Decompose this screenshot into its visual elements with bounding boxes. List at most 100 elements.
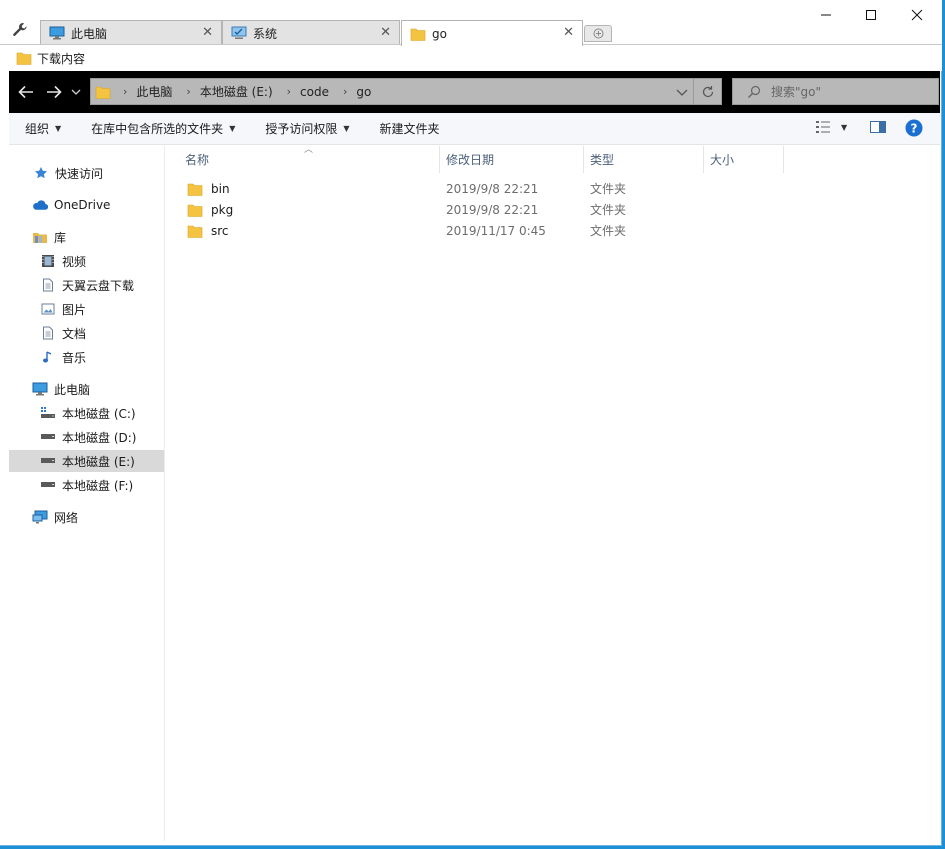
tab-go[interactable]: go ✕ <box>401 20 583 46</box>
tab-system[interactable]: 系统 ✕ <box>222 20 400 45</box>
tab-label: go <box>432 26 447 41</box>
title-bar: 此电脑 ✕ 系统 ✕ go ✕ <box>0 0 942 46</box>
organize-button[interactable]: 组织 ▼ <box>25 120 61 137</box>
nav-drive-d[interactable]: 本地磁盘 (D:) <box>9 426 164 448</box>
help-icon: ? <box>905 119 923 137</box>
file-row-src[interactable]: src 2019/11/17 0:45 文件夹 <box>166 220 786 241</box>
tab-label: 此电脑 <box>71 26 108 41</box>
file-row-pkg[interactable]: pkg 2019/9/8 22:21 文件夹 <box>166 199 786 220</box>
search-icon <box>748 85 761 98</box>
nav-library-videos[interactable]: 视频 <box>9 250 164 272</box>
nav-label: 文档 <box>62 326 87 341</box>
type-cell: 文件夹 <box>590 203 627 217</box>
breadcrumb-drive-e[interactable]: 本地磁盘 (E:) <box>200 83 273 100</box>
system-drive-icon <box>40 405 56 421</box>
minimize-icon <box>821 14 831 16</box>
nav-quick-access[interactable]: 快速访问 <box>9 162 164 184</box>
nav-network[interactable]: 网络 <box>9 506 164 528</box>
nav-label: 本地磁盘 (C:) <box>62 406 136 421</box>
favorites-bar: 下载内容 <box>0 44 942 71</box>
folder-icon <box>187 225 203 238</box>
view-options-button[interactable]: ▼ <box>815 120 847 134</box>
date-cell: 2019/9/8 22:21 <box>446 181 539 196</box>
wrench-icon[interactable] <box>12 22 28 38</box>
chevron-right-icon[interactable]: › <box>123 85 127 98</box>
new-folder-label: 新建文件夹 <box>379 122 440 136</box>
favorite-label: 下载内容 <box>37 51 86 66</box>
breadcrumb-go[interactable]: go <box>356 85 371 99</box>
column-header-label: 大小 <box>710 153 735 167</box>
nav-label: 视频 <box>62 254 87 269</box>
breadcrumb-this-pc[interactable]: 此电脑 <box>136 83 172 100</box>
preview-pane-button[interactable] <box>870 120 886 134</box>
computer-icon <box>32 381 48 397</box>
new-folder-button[interactable]: 新建文件夹 <box>380 120 440 137</box>
library-icon <box>32 229 48 245</box>
folder-icon <box>187 183 203 196</box>
maximize-icon <box>866 10 876 20</box>
tab-this-pc[interactable]: 此电脑 ✕ <box>40 20 222 45</box>
plus-icon <box>593 28 603 39</box>
close-icon[interactable]: ✕ <box>563 26 574 39</box>
forward-arrow-icon[interactable] <box>44 83 64 101</box>
column-header-name[interactable]: 名称 <box>179 146 440 173</box>
file-name: pkg <box>211 202 234 217</box>
computer-icon <box>49 26 65 40</box>
close-icon <box>911 9 923 21</box>
new-tab-button[interactable] <box>584 25 612 42</box>
network-icon <box>32 509 48 525</box>
preview-pane-icon <box>870 121 886 133</box>
caret-down-icon: ▼ <box>229 124 236 133</box>
nav-drive-c[interactable]: 本地磁盘 (C:) <box>9 402 164 424</box>
nav-label: OneDrive <box>54 198 111 212</box>
close-window-button[interactable] <box>894 4 940 26</box>
nav-library-music[interactable]: 音乐 <box>9 346 164 368</box>
chevron-right-icon[interactable]: › <box>186 85 190 98</box>
chevron-right-icon[interactable]: › <box>287 85 291 98</box>
details-view-icon <box>816 121 830 133</box>
picture-icon <box>40 301 56 317</box>
favorite-item[interactable]: 下载内容 <box>16 50 85 67</box>
svg-text:?: ? <box>911 122 918 136</box>
cloud-icon <box>32 197 48 213</box>
back-arrow-icon[interactable] <box>16 83 36 101</box>
address-bar[interactable]: › 此电脑 › 本地磁盘 (E:) › code › go <box>90 78 722 105</box>
nav-drive-f[interactable]: 本地磁盘 (F:) <box>9 474 164 496</box>
column-header-type[interactable]: 类型 <box>584 146 704 173</box>
include-in-library-label: 在库中包含所选的文件夹 <box>91 122 224 136</box>
nav-drive-e[interactable]: 本地磁盘 (E:) <box>9 450 164 472</box>
file-row-bin[interactable]: bin 2019/9/8 22:21 文件夹 <box>166 178 786 199</box>
refresh-button[interactable] <box>693 79 721 104</box>
column-header-date[interactable]: 修改日期 <box>440 146 584 173</box>
chevron-down-icon[interactable] <box>675 85 689 99</box>
close-icon[interactable]: ✕ <box>202 26 213 39</box>
explorer-window: 此电脑 ✕ 系统 ✕ go ✕ 下载内容 › 此电脑 › 本地磁盘 (E:) ›… <box>0 0 942 846</box>
include-in-library-button[interactable]: 在库中包含所选的文件夹 ▼ <box>91 120 235 137</box>
column-header-size[interactable]: 大小 <box>704 146 784 173</box>
nav-library-cloud-downloads[interactable]: 天翼云盘下载 <box>9 274 164 296</box>
nav-onedrive[interactable]: OneDrive <box>9 194 164 216</box>
maximize-button[interactable] <box>848 4 894 26</box>
nav-library[interactable]: 库 <box>9 226 164 248</box>
search-box[interactable] <box>732 78 939 105</box>
document-icon <box>40 277 56 293</box>
type-cell: 文件夹 <box>590 182 627 196</box>
organize-label: 组织 <box>25 122 50 136</box>
search-input[interactable] <box>771 84 921 99</box>
close-icon[interactable]: ✕ <box>380 26 391 39</box>
nav-library-documents[interactable]: 文档 <box>9 322 164 344</box>
caret-down-icon: ▼ <box>841 122 848 132</box>
system-icon <box>231 26 247 39</box>
minimize-button[interactable] <box>803 4 849 26</box>
chevron-down-icon[interactable] <box>71 88 81 96</box>
chevron-right-icon[interactable]: › <box>343 85 347 98</box>
help-button[interactable]: ? <box>905 119 923 137</box>
share-with-button[interactable]: 授予访问权限 ▼ <box>265 120 349 137</box>
document-icon <box>40 325 56 341</box>
nav-library-pictures[interactable]: 图片 <box>9 298 164 320</box>
breadcrumb-code[interactable]: code <box>300 85 329 99</box>
name-cell: bin <box>187 178 230 199</box>
nav-label: 库 <box>54 230 67 245</box>
nav-this-pc[interactable]: 此电脑 <box>9 378 164 400</box>
file-list: ︿ 名称 修改日期 类型 大小 bin 2019/9/8 22:21 文件夹 p… <box>166 145 940 841</box>
